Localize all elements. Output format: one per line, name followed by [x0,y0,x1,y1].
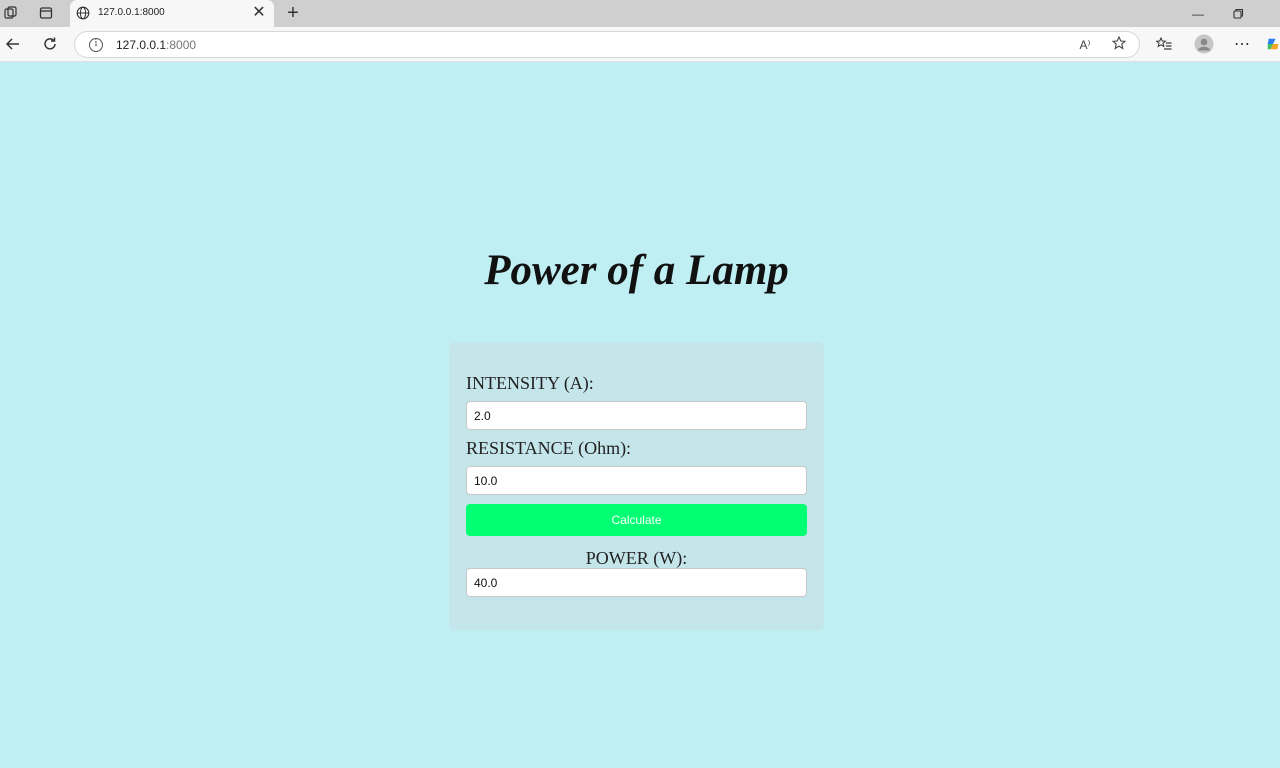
power-label: POWER (W): [585,548,688,568]
resistance-input[interactable] [466,466,807,495]
calculate-button[interactable]: Calculate [466,504,807,536]
restore-icon[interactable] [1218,0,1258,27]
browser-tab[interactable]: 127.0.0.1:8000 ✕ [70,0,274,27]
calculator-card: INTENSITY (A): RESISTANCE (Ohm): Calcula… [449,342,824,630]
intensity-input[interactable] [466,401,807,430]
tab-bar: 127.0.0.1:8000 ✕ + — [0,0,1280,27]
favorite-star-icon[interactable] [1109,35,1129,54]
tab-actions-icon[interactable] [35,3,57,23]
site-info-icon[interactable]: i [89,38,103,52]
read-aloud-icon[interactable]: A⁾ [1075,36,1095,54]
refresh-icon[interactable] [38,33,62,55]
intensity-label: INTENSITY (A): [466,373,594,393]
minimize-icon[interactable]: — [1178,0,1218,27]
address-bar[interactable]: i 127.0.0.1:8000 A⁾ [74,31,1140,58]
workspaces-icon[interactable] [0,3,22,23]
profile-avatar-icon[interactable] [1192,33,1216,55]
resistance-label: RESISTANCE (Ohm): [466,438,632,458]
tab-title: 127.0.0.1:8000 [98,7,165,18]
globe-icon [76,6,90,25]
favorites-list-icon[interactable] [1152,33,1176,55]
new-tab-icon[interactable]: + [282,2,304,24]
url-text: 127.0.0.1:8000 [116,38,197,52]
copilot-icon[interactable] [1266,33,1280,55]
power-output[interactable] [466,568,807,597]
navigation-bar: i 127.0.0.1:8000 A⁾ ⋯ [0,27,1280,62]
close-tab-icon[interactable]: ✕ [250,4,268,22]
more-options-icon[interactable]: ⋯ [1230,33,1254,55]
page-title: Power of a Lamp [484,247,789,294]
back-arrow-icon[interactable] [1,33,25,55]
